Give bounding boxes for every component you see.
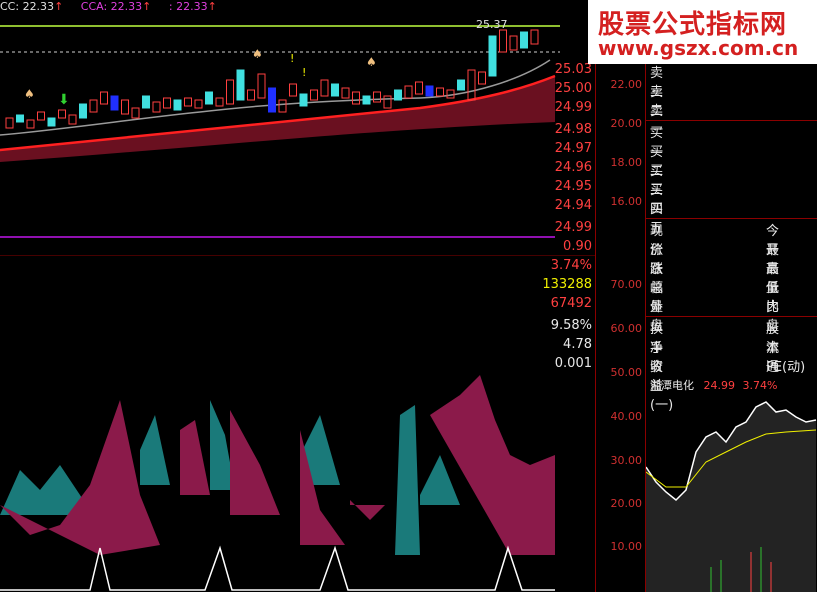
- candle: [352, 91, 360, 105]
- price-label: 25.37: [476, 18, 508, 31]
- legend-cc: CC: 22.33: [0, 0, 55, 13]
- axis-tick: 70.00: [610, 278, 643, 291]
- candle: [152, 101, 161, 113]
- candle: [457, 79, 465, 91]
- candle: [58, 109, 66, 119]
- up-arrow-icon: ↑: [207, 0, 217, 13]
- oscillator-chart[interactable]: [0, 255, 595, 592]
- axis-tick: 50.00: [610, 366, 643, 379]
- candle: [289, 83, 297, 97]
- indicator-legend: CC: 22.33↑ CCA: 22.33↑ : 22.33↑: [0, 0, 231, 14]
- candle: [226, 79, 234, 105]
- candle: [121, 99, 129, 115]
- candle: [520, 31, 528, 49]
- candle: [247, 89, 255, 101]
- candle: [16, 114, 24, 123]
- candle: [341, 87, 350, 99]
- quote-panel: 卖三 25.03 卖二 25.00 卖一 24.99 买一 24.98 买二 24.97 …: [542, 60, 817, 592]
- oscillator-bands: [0, 375, 555, 555]
- exclaim-icon: !: [302, 66, 306, 79]
- candle: [320, 79, 329, 97]
- price-axis: 22.00 20.00 18.00 16.00 70.00 60.00 50.0…: [595, 0, 646, 592]
- candle: [415, 81, 423, 95]
- candle: [163, 97, 171, 109]
- candle: [215, 97, 224, 107]
- candle: [467, 69, 476, 101]
- candle: [446, 89, 455, 99]
- legend-cca: CCA: 22.33: [80, 0, 143, 13]
- mini-chart-title: 湘潭电化 24.99 3.74%: [650, 379, 778, 392]
- exclaim-icon: !: [290, 52, 294, 65]
- axis-tick: 18.00: [610, 156, 643, 169]
- signal-line: [0, 545, 555, 591]
- main-price-chart[interactable]: 25.37 ⬇ ♠ ♠ ♠ ! !: [0, 0, 595, 255]
- up-arrow-icon: ↑: [54, 0, 64, 13]
- axis-tick: 16.00: [610, 195, 643, 208]
- candle: [26, 119, 35, 129]
- candle: [173, 99, 182, 111]
- candle: [110, 95, 119, 111]
- intraday-mini-chart[interactable]: [646, 392, 817, 592]
- candle: [425, 85, 434, 97]
- candle: [478, 71, 486, 85]
- osc-band: [0, 375, 555, 555]
- buy-arrow-icon: ⬇: [58, 92, 70, 108]
- banner-url: www.gszx.com.cn: [598, 36, 799, 60]
- candle: [37, 111, 45, 121]
- candle: [5, 117, 14, 129]
- candle: [404, 85, 413, 99]
- candle: [278, 99, 287, 113]
- mushroom-icon: ♠: [24, 87, 35, 101]
- candle: [436, 87, 444, 97]
- candle: [383, 95, 392, 109]
- candle: [47, 117, 56, 127]
- candle: [79, 103, 87, 119]
- axis-tick: 40.00: [610, 410, 643, 423]
- candle: [509, 35, 518, 51]
- candle: [268, 87, 276, 113]
- candle: [89, 99, 98, 113]
- mushroom-icon: ♠: [366, 55, 377, 69]
- candle: [362, 95, 371, 105]
- candle: [142, 95, 150, 109]
- candle: [331, 83, 339, 97]
- axis-tick: 20.00: [610, 497, 643, 510]
- candle: [184, 97, 192, 107]
- candle: [394, 89, 402, 101]
- axis-tick: 60.00: [610, 322, 643, 335]
- candle: [499, 29, 507, 53]
- candle: [68, 114, 77, 125]
- axis-tick: 10.00: [610, 540, 643, 553]
- candle: [488, 35, 497, 77]
- candle: [373, 91, 381, 103]
- candle: [236, 69, 245, 101]
- candle: [194, 99, 203, 109]
- candle: [299, 93, 308, 107]
- watermark-banner: 股票公式指标网 www.gszx.com.cn: [588, 0, 817, 64]
- axis-tick: 30.00: [610, 454, 643, 467]
- up-arrow-icon: ↑: [142, 0, 152, 13]
- axis-tick: 20.00: [610, 117, 643, 130]
- candle: [530, 29, 539, 45]
- candle: [100, 91, 108, 105]
- candle: [257, 73, 266, 99]
- candle: [205, 91, 213, 105]
- axis-tick: 22.00: [610, 78, 643, 91]
- mushroom-icon: ♠: [252, 47, 263, 61]
- candle: [131, 107, 140, 119]
- candle: [310, 89, 318, 101]
- legend-third: : 22.33: [168, 0, 208, 13]
